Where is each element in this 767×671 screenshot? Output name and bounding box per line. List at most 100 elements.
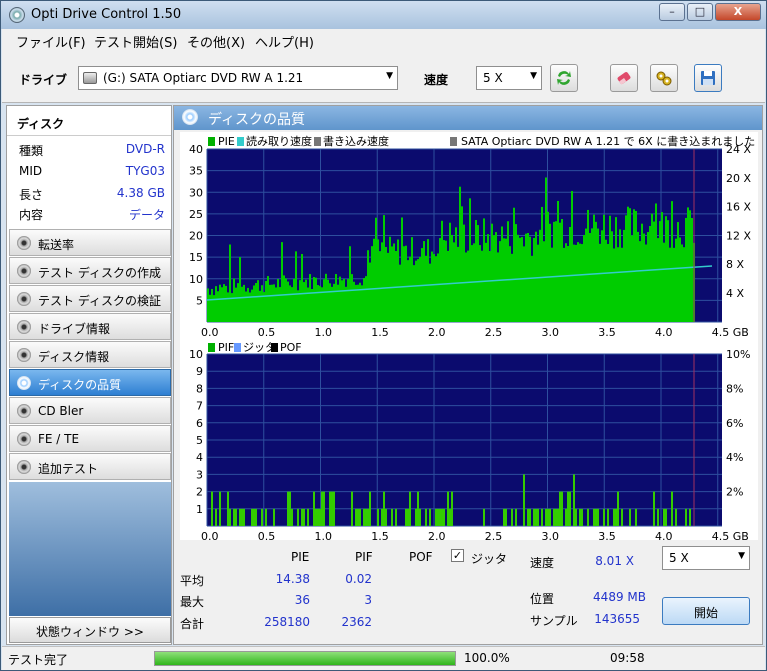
pie-bar xyxy=(337,284,339,322)
pif-bar xyxy=(315,508,317,526)
total-pie-value: 258180 xyxy=(264,615,310,629)
nav-additional-tests[interactable]: 追加テスト xyxy=(9,453,171,480)
menu-other[interactable]: その他(X) xyxy=(187,32,245,51)
total-pif-value: 2362 xyxy=(341,615,372,629)
pif-bar xyxy=(233,508,235,526)
disc-info-row: 長さ 4.38 GB xyxy=(7,186,171,206)
pif-bar xyxy=(383,491,385,526)
pie-bar xyxy=(669,247,671,322)
pif-bar xyxy=(417,491,419,526)
pie-bar xyxy=(683,247,685,322)
pif-bar xyxy=(579,508,581,526)
y-tick-label: 10 xyxy=(189,348,203,361)
pie-bar xyxy=(531,255,533,322)
pif-bar xyxy=(229,508,231,526)
nav-fe-te[interactable]: FE / TE xyxy=(9,425,171,452)
pif-bar xyxy=(405,508,407,526)
status-window-button[interactable]: 状態ウィンドウ >> xyxy=(9,617,171,643)
close-button[interactable]: X xyxy=(715,3,761,21)
position-value: 4489 MB xyxy=(593,590,646,604)
disc-icon xyxy=(182,109,198,125)
menu-test-start[interactable]: テスト開始(S) xyxy=(94,32,177,51)
y2-tick-label: 24 X xyxy=(726,143,751,156)
pie-bar xyxy=(379,251,381,322)
menu-file[interactable]: ファイル(F) xyxy=(16,32,86,51)
nav-cd-bler[interactable]: CD Bler xyxy=(9,397,171,424)
pie-bar xyxy=(363,278,365,322)
pie-bar xyxy=(673,247,675,322)
pie-bar xyxy=(571,191,573,322)
pie-bar xyxy=(581,244,583,322)
pie-bar xyxy=(323,279,325,322)
refresh-button[interactable] xyxy=(550,64,578,92)
pif-bar xyxy=(251,508,253,526)
pif-bar xyxy=(429,508,431,526)
pie-bar xyxy=(509,246,511,322)
app-disc-icon xyxy=(9,7,25,23)
nav-transfer-rate[interactable]: 転送率 xyxy=(9,229,171,256)
pie-bar xyxy=(435,256,437,322)
pie-bar xyxy=(627,206,629,322)
max-label: 最大 xyxy=(180,595,205,609)
nav-verify-test-disc[interactable]: テスト ディスクの検証 xyxy=(9,285,171,312)
pif-bar xyxy=(255,508,257,526)
top-legend: PIE 読み取り速度 書き込み速度 SATA Optiarc DVD RW A … xyxy=(208,134,755,148)
pif-bar xyxy=(287,491,289,526)
pie-bar xyxy=(563,247,565,322)
menu-help[interactable]: ヘルプ(H) xyxy=(255,32,314,51)
pif-bar xyxy=(437,508,439,526)
nav-label: FE / TE xyxy=(38,432,80,446)
pie-bar xyxy=(235,287,237,322)
y-tick-label: 7 xyxy=(196,400,203,413)
nav-disc-info[interactable]: ディスク情報 xyxy=(9,341,171,368)
start-button[interactable]: 開始 xyxy=(662,597,750,625)
pie-bar xyxy=(381,242,383,322)
pie-bar xyxy=(399,264,401,322)
y2-tick-label: 8% xyxy=(726,382,743,395)
pie-bar xyxy=(575,244,577,322)
pif-bar xyxy=(253,508,255,526)
erase-button[interactable] xyxy=(610,64,638,92)
clock-text: 09:58 xyxy=(610,651,645,665)
pie-bar xyxy=(317,285,319,322)
jitter-checkbox[interactable]: ✓ xyxy=(451,549,464,562)
pie-bar xyxy=(267,276,269,322)
panel-background xyxy=(9,482,171,616)
pie-bar xyxy=(653,221,655,322)
pie-bar xyxy=(625,215,627,322)
pif-bar xyxy=(391,508,393,526)
y-tick-label: 5 xyxy=(196,434,203,447)
pif-bar xyxy=(549,508,551,526)
pie-bar xyxy=(319,285,321,322)
pie-bar xyxy=(271,284,273,322)
pie-bar xyxy=(261,285,263,322)
pie-bar xyxy=(257,280,259,322)
pif-bar xyxy=(241,508,243,526)
minimize-button[interactable]: – xyxy=(659,3,685,21)
pie-bar xyxy=(287,281,289,322)
pif-bar xyxy=(351,491,353,526)
speed-stat-value: 8.01 X xyxy=(595,554,634,568)
save-button[interactable] xyxy=(694,64,722,92)
maximize-button[interactable]: □ xyxy=(687,3,713,21)
pif-bar xyxy=(367,508,369,526)
pif-bar xyxy=(503,508,505,526)
pie-bar xyxy=(663,242,665,322)
nav-drive-info[interactable]: ドライブ情報 xyxy=(9,313,171,340)
pie-bar xyxy=(537,244,539,322)
disc-icon xyxy=(17,460,31,474)
nav-create-test-disc[interactable]: テスト ディスクの作成 xyxy=(9,257,171,284)
pif-bar xyxy=(331,491,333,526)
y-tick-label: 4 xyxy=(196,451,203,464)
pie-bar xyxy=(231,293,233,322)
pie-bar xyxy=(415,260,417,322)
position-label: 位置 xyxy=(530,592,555,606)
nav-disc-quality[interactable]: ディスクの品質 xyxy=(9,369,171,396)
drive-select[interactable]: (G:) SATA Optiarc DVD RW A 1.21 ▼ xyxy=(78,66,398,90)
pif-bar xyxy=(451,491,453,526)
pif-bar xyxy=(685,508,687,526)
settings-button[interactable] xyxy=(650,64,678,92)
pie-bar xyxy=(615,217,617,322)
speed-select[interactable]: 5 X ▼ xyxy=(476,66,542,90)
test-speed-select[interactable]: 5 X ▼ xyxy=(662,546,750,570)
